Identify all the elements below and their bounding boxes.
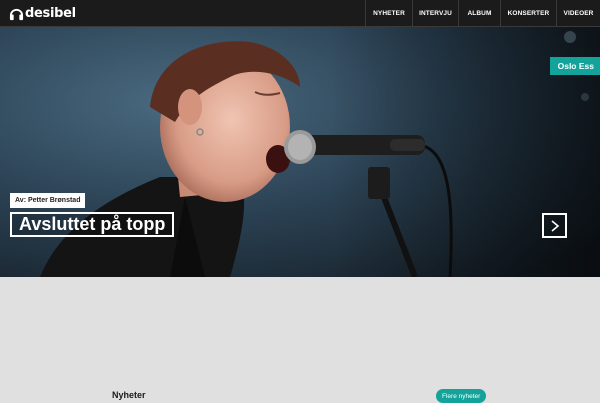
nav-item-konserter[interactable]: KONSERTER (500, 0, 556, 26)
nav-item-album[interactable]: ALBUM (458, 0, 500, 26)
nav-item-nyheter[interactable]: NYHETER (365, 0, 412, 26)
hero-slider: Oslo Ess Av: Petter Brønstad Avsluttet p… (0, 27, 600, 277)
chevron-right-icon (550, 219, 559, 232)
category-tag[interactable]: Oslo Ess (549, 57, 600, 75)
slider-next-button[interactable] (542, 213, 567, 238)
nav-item-videoer[interactable]: VIDEOER (556, 0, 600, 26)
more-news-button[interactable]: Flere nyheter (436, 389, 487, 403)
main-nav: NYHETER INTERVJU ALBUM KONSERTER VIDEOER (365, 0, 600, 26)
site-logo[interactable]: desibel (9, 4, 76, 22)
hero-headline[interactable]: Avsluttet på topp (10, 212, 175, 237)
nav-item-intervju[interactable]: INTERVJU (412, 0, 458, 26)
top-navigation-bar: desibel NYHETER INTERVJU ALBUM KONSERTER… (0, 0, 600, 27)
article-byline: Av: Petter Brønstad (10, 193, 86, 208)
logo-text: desibel (25, 5, 76, 21)
news-section-title: Nyheter (112, 390, 146, 400)
headphones-logo-icon (9, 8, 24, 20)
hero-image[interactable] (0, 27, 600, 277)
